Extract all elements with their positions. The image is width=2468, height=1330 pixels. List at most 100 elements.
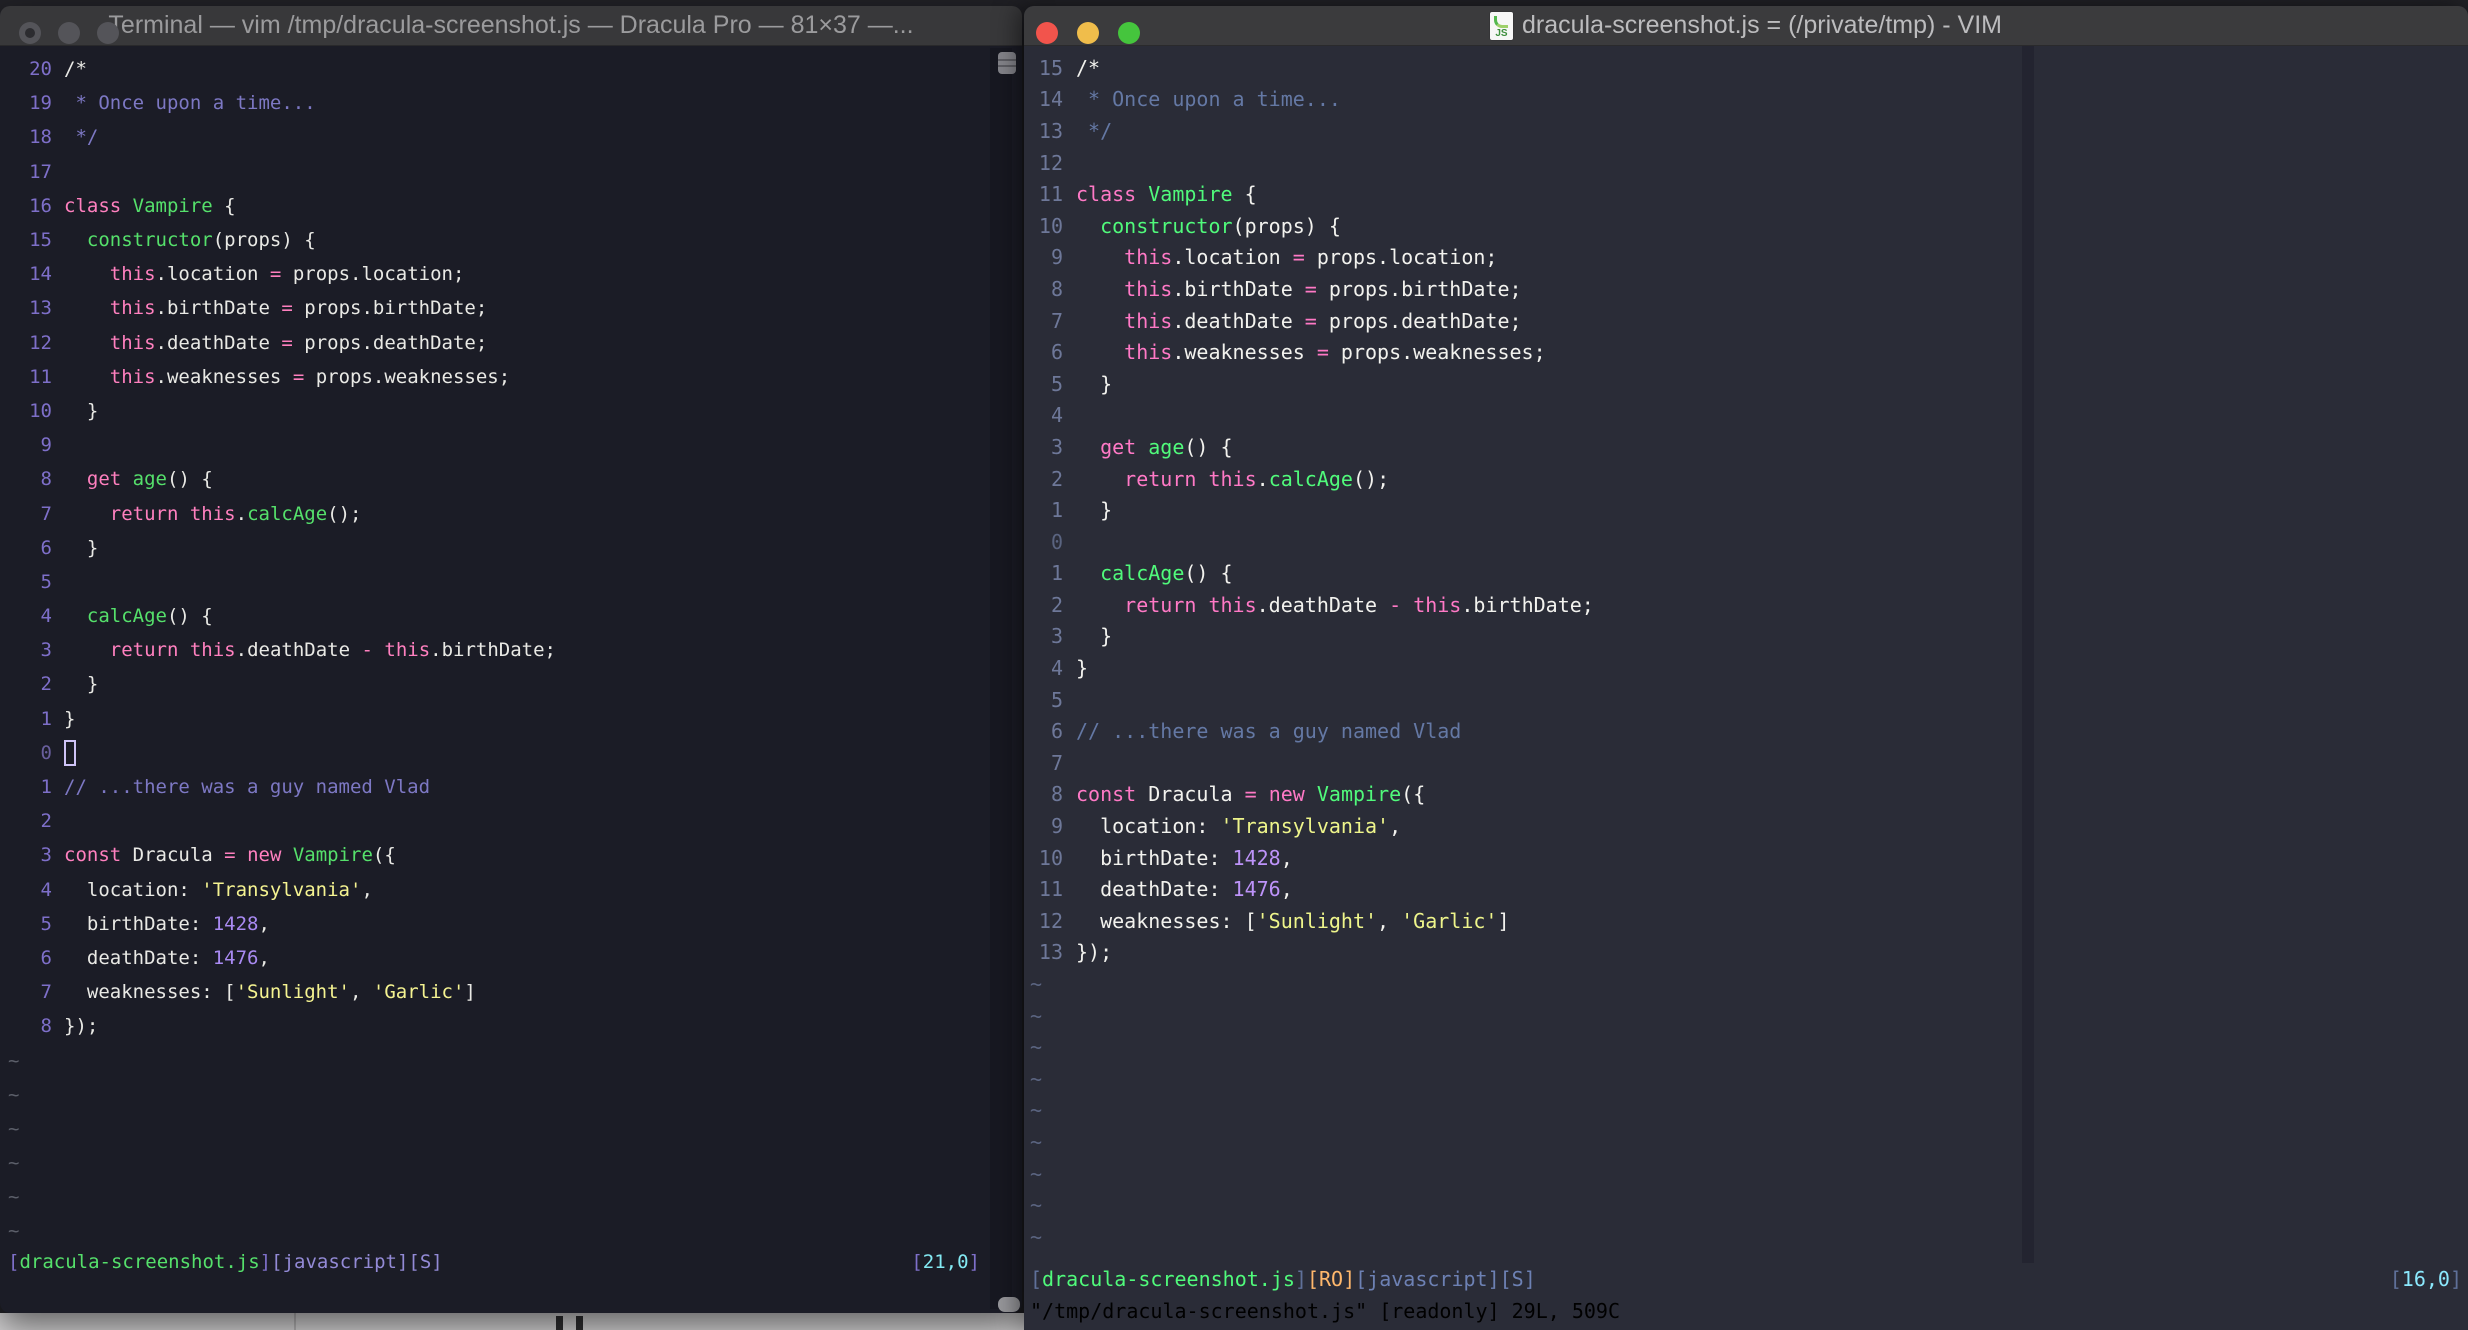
code-line[interactable]: 20 /* <box>0 52 1022 86</box>
code-line[interactable]: 13 */ <box>1024 115 2468 147</box>
code-line[interactable]: 5 <box>1024 684 2468 716</box>
code-line[interactable]: 9 location: 'Transylvania', <box>1024 810 2468 842</box>
code-line[interactable]: 3 return this .deathDate - this .birthDate… <box>0 633 1022 667</box>
code-line[interactable]: 2 return this. calcAge (); <box>1024 463 2468 495</box>
code-line[interactable]: 12 this .deathDate = props.deathDate; <box>0 326 1022 360</box>
code-line[interactable]: 8 get age() { <box>0 462 1022 496</box>
minimize-button[interactable] <box>58 22 80 44</box>
code-line[interactable]: 10 birthDate: 1428, <box>1024 842 2468 874</box>
code-line[interactable]: 12 <box>1024 147 2468 179</box>
code-line[interactable]: 3 const Dracula = new Vampire({ <box>0 838 1022 872</box>
zoom-button[interactable] <box>97 22 119 44</box>
code-line[interactable]: 3 get age() { <box>1024 431 2468 463</box>
macvim-buffer[interactable]: 15/* 14 * Once upon a time... 13 */12 11 cla… <box>1024 52 2468 1253</box>
code-line[interactable]: 4 calcAge() { <box>0 599 1022 633</box>
code-line[interactable]: 2 return this .deathDate - this .birthDate… <box>1024 589 2468 621</box>
code-token: constructor <box>1100 213 1233 238</box>
line-number: 18 <box>29 126 52 149</box>
code-line[interactable]: 6 // ...there was a guy named Vlad <box>1024 715 2468 747</box>
minimize-button[interactable] <box>1077 22 1099 44</box>
code-line[interactable]: 7 return this. calcAge (); <box>0 496 1022 530</box>
terminal-scrollbar-track[interactable] <box>990 48 1012 1309</box>
code-line[interactable]: 13}); <box>1024 937 2468 969</box>
code-line[interactable]: 7 weaknesses: ['Sunlight', 'Garlic'] <box>0 975 1022 1009</box>
code-line[interactable]: 9 this .location = props.location; <box>1024 242 2468 274</box>
close-button[interactable] <box>19 22 41 44</box>
code-line[interactable]: 5 } <box>1024 368 2468 400</box>
code-line[interactable]: 11 deathDate: 1476, <box>1024 873 2468 905</box>
terminal-titlebar[interactable]: Terminal — vim /tmp/dracula-screenshot.j… <box>0 6 1022 46</box>
code-token: ({ <box>1401 782 1426 807</box>
code-line[interactable]: 1 calcAge() { <box>1024 558 2468 590</box>
code-line[interactable]: 18 */ <box>0 120 1022 154</box>
macvim-titlebar[interactable]: JS dracula-screenshot.js = (/private/tmp… <box>1024 6 2468 46</box>
status-segment: [S] <box>408 1251 443 1273</box>
code-line[interactable]: 19 * Once upon a time... <box>0 86 1022 120</box>
line-number: 6 <box>40 946 52 969</box>
terminal-scrollbar-thumb[interactable] <box>998 52 1016 74</box>
code-line[interactable]: 5 <box>0 565 1022 599</box>
line-number: 16 <box>29 194 52 217</box>
code-line[interactable]: 6 } <box>0 531 1022 565</box>
code-line[interactable]: 13 this .birthDate = props.birthDate; <box>0 291 1022 325</box>
code-line[interactable]: 5 birthDate: 1428, <box>0 907 1022 941</box>
code-line[interactable]: 4 location: 'Transylvania', <box>0 873 1022 907</box>
code-line[interactable]: 17 <box>0 155 1022 189</box>
close-button[interactable] <box>1036 22 1058 44</box>
terminal-vim-buffer[interactable]: 20/* 19 * Once upon a time... 18 */17 16 cla… <box>0 52 1022 1249</box>
line-number: 8 <box>40 1015 52 1038</box>
code-line[interactable]: 8}); <box>0 1009 1022 1043</box>
code-line[interactable]: 9 <box>0 428 1022 462</box>
line-number: 0 <box>40 741 52 764</box>
code-token: ({ <box>372 844 396 867</box>
code-token: (props) { <box>1232 213 1341 238</box>
code-line[interactable]: 1} <box>0 702 1022 736</box>
code-line[interactable]: 2 <box>0 804 1022 838</box>
line-number: 3 <box>1050 624 1063 649</box>
code-line[interactable]: 10 } <box>0 394 1022 428</box>
code-line[interactable]: 4} <box>1024 652 2468 684</box>
code-line[interactable]: 15 /* <box>1024 52 2468 84</box>
code-token: deathDate: <box>1076 877 1233 902</box>
code-line[interactable]: 14 this .location = props.location; <box>0 257 1022 291</box>
code-line[interactable]: 1 // ...there was a guy named Vlad <box>0 770 1022 804</box>
code-line[interactable]: 16 class Vampire { <box>0 189 1022 223</box>
code-line[interactable]: 11 class Vampire { <box>1024 178 2468 210</box>
code-line[interactable]: 3 } <box>1024 621 2468 653</box>
code-line[interactable]: 7 this .deathDate = props.deathDate; <box>1024 305 2468 337</box>
code-line[interactable]: 2 } <box>0 667 1022 701</box>
code-line[interactable]: 10 constructor (props) { <box>1024 210 2468 242</box>
code-token: , <box>258 912 270 935</box>
code-token: /* <box>1076 55 1101 80</box>
line-number: 7 <box>40 502 52 525</box>
code-token: // ...there was a guy named Vlad <box>64 776 431 799</box>
code-line[interactable]: 0 <box>0 736 1022 770</box>
code-line[interactable]: 6 deathDate: 1476, <box>0 941 1022 975</box>
code-token: 1476 <box>1232 877 1281 902</box>
code-line[interactable]: 4 <box>1024 400 2468 432</box>
code-line[interactable]: 0 <box>1024 526 2468 558</box>
code-line[interactable]: 14 * Once upon a time... <box>1024 84 2468 116</box>
code-line[interactable]: 12 weaknesses: ['Sunlight', 'Garlic'] <box>1024 905 2468 937</box>
code-token: = <box>281 297 293 320</box>
code-line[interactable]: 11 this .weaknesses = props.weaknesses; <box>0 360 1022 394</box>
code-line[interactable]: 15 constructor (props) { <box>0 223 1022 257</box>
code-line[interactable]: 8 this .birthDate = props.birthDate; <box>1024 273 2468 305</box>
document-proxy-icon[interactable]: JS <box>1489 11 1513 40</box>
code-line[interactable]: 1 } <box>1024 494 2468 526</box>
line-number: 13 <box>1038 118 1063 143</box>
code-line[interactable]: 6 this .weaknesses = props.weaknesses; <box>1024 336 2468 368</box>
line-number: 1 <box>40 707 52 730</box>
code-line[interactable]: 7 <box>1024 747 2468 779</box>
code-line[interactable]: 8 const Dracula = new Vampire({ <box>1024 779 2468 811</box>
zoom-button[interactable] <box>1118 22 1140 44</box>
